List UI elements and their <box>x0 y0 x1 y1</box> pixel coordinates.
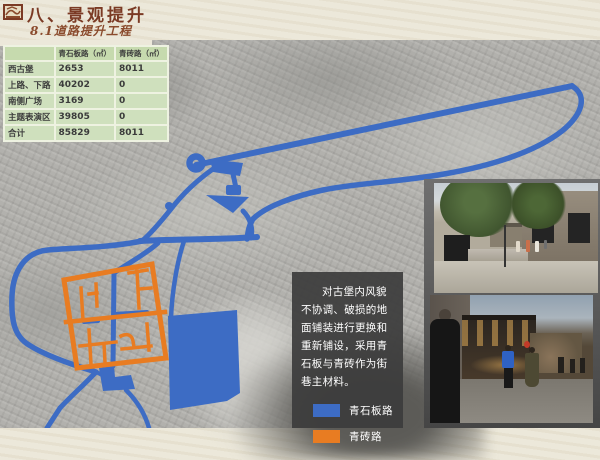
map-legend: 青石板路 青砖路 <box>292 403 403 444</box>
project-description: 对古堡内风貌不协调、破损的地面铺装进行更换和重新铺设，采用青石板与青砖作为街巷主… <box>301 283 395 391</box>
sign-pole <box>504 225 506 267</box>
table-total-row: 合计 85829 8011 <box>4 125 168 141</box>
road-area-table: 青石板路（㎡） 青砖路（㎡） 西古堡 2653 8011 上路、下路 40202… <box>3 45 169 142</box>
landscape-stamp-icon <box>3 3 23 21</box>
reference-photo-stone-street <box>434 183 598 293</box>
stone-road-swatch <box>313 404 340 417</box>
pedestrian <box>526 240 530 252</box>
reference-photo-dusk-street <box>430 295 593 423</box>
presentation-slide: { "header": { "title": "八、景观提升", "subtit… <box>0 0 600 428</box>
legend-item: 青石板路 <box>313 403 403 418</box>
stone-value: 3169 <box>55 93 116 109</box>
legend-label: 青砖路 <box>349 429 382 444</box>
window <box>568 213 590 243</box>
row-label: 南侧广场 <box>4 93 55 109</box>
row-label: 上路、下路 <box>4 77 55 93</box>
pedestrian <box>570 359 575 373</box>
legend-item: 青砖路 <box>313 429 403 444</box>
project-infobox: 对古堡内风貌不协调、破损的地面铺装进行更换和重新铺设，采用青石板与青砖作为街巷主… <box>292 272 403 428</box>
table-header-row: 青石板路（㎡） 青砖路（㎡） <box>4 46 168 61</box>
row-label: 西古堡 <box>4 61 55 77</box>
legend-label: 青石板路 <box>349 403 393 418</box>
pedestrian <box>558 357 564 373</box>
brick-road-swatch <box>313 430 340 443</box>
table-row: 南侧广场 3169 0 <box>4 93 168 109</box>
row-label: 主题表演区 <box>4 109 55 125</box>
stone-value: 39805 <box>55 109 116 125</box>
pedestrian-dress <box>525 353 539 387</box>
pedestrian <box>535 241 539 252</box>
table-row: 主题表演区 39805 0 <box>4 109 168 125</box>
brick-value: 0 <box>115 109 168 125</box>
col-header <box>4 46 55 61</box>
page-subtitle: 8.1道路提升工程 <box>30 22 132 39</box>
pedestrian <box>544 240 547 249</box>
brick-value: 0 <box>115 77 168 93</box>
stone-value: 85829 <box>55 125 116 141</box>
pedestrian-legs <box>504 368 513 388</box>
stone-value: 40202 <box>55 77 116 93</box>
pedestrian <box>580 358 585 373</box>
brick-value: 8011 <box>115 61 168 77</box>
brick-value: 8011 <box>115 125 168 141</box>
table-row: 西古堡 2653 8011 <box>4 61 168 77</box>
pedestrian <box>516 241 520 252</box>
row-label: 合计 <box>4 125 55 141</box>
brick-value: 0 <box>115 93 168 109</box>
table-row: 上路、下路 40202 0 <box>4 77 168 93</box>
stone-pavement <box>434 261 598 293</box>
pedestrian-blue-shirt <box>502 351 514 368</box>
col-header: 青砖路（㎡） <box>115 46 168 61</box>
pedestrian-foreground <box>430 319 460 423</box>
col-header: 青石板路（㎡） <box>55 46 116 61</box>
stone-value: 2653 <box>55 61 116 77</box>
